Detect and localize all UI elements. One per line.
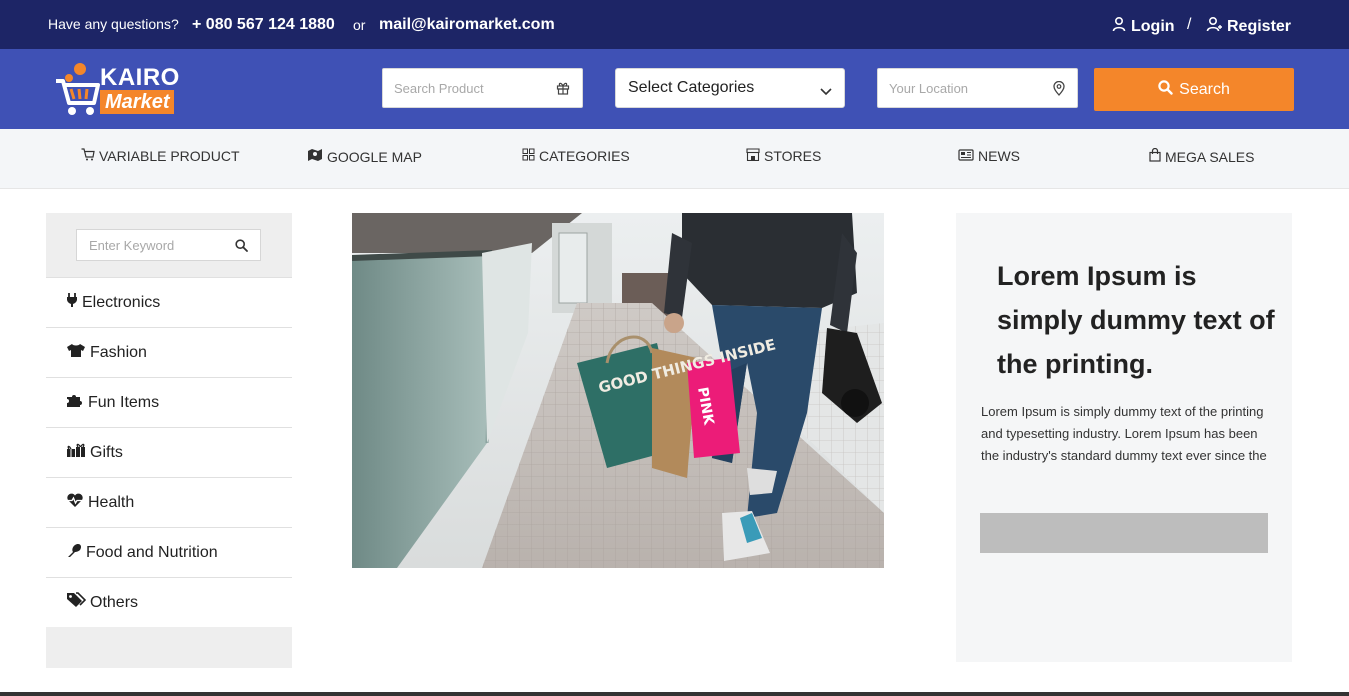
nav-label: VARIABLE PRODUCT bbox=[99, 148, 240, 164]
tshirt-icon bbox=[66, 343, 86, 363]
search-product-input[interactable] bbox=[383, 80, 582, 96]
nav-label: MEGA SALES bbox=[1165, 148, 1255, 165]
sidebar-item-label: Others bbox=[90, 593, 139, 611]
search-button-label: Search bbox=[1179, 80, 1230, 98]
user-plus-icon bbox=[1206, 16, 1222, 37]
sidebar-item-label: Electronics bbox=[82, 293, 161, 311]
gift-icon bbox=[556, 81, 570, 100]
promo-card: Lorem Ipsum is simply dummy text of the … bbox=[956, 213, 1292, 662]
top-bar: Have any questions? + 080 567 124 1880 o… bbox=[0, 0, 1349, 49]
sidebar-item-label: Fun Items bbox=[88, 393, 160, 411]
puzzle-icon bbox=[66, 392, 84, 413]
bag-icon bbox=[1149, 147, 1161, 165]
food-icon bbox=[66, 543, 82, 563]
heartbeat-icon bbox=[66, 493, 84, 513]
main-header: KAIRO Market Select Categories Search bbox=[0, 49, 1349, 129]
main-nav: VARIABLE PRODUCT GOOGLE MAP CATEGORIES S… bbox=[0, 129, 1349, 189]
sidebar-item-food-and-nutrition[interactable]: Food and Nutrition bbox=[46, 528, 292, 578]
promo-button-placeholder[interactable] bbox=[980, 513, 1268, 553]
sidebar-item-label: Food and Nutrition bbox=[86, 543, 218, 561]
category-select-value: Select Categories bbox=[628, 79, 755, 96]
map-icon bbox=[307, 148, 323, 165]
location-input[interactable] bbox=[878, 80, 1077, 96]
sidebar-item-fashion[interactable]: Fashion bbox=[46, 328, 292, 378]
phone-link[interactable]: + 080 567 124 1880 bbox=[192, 16, 335, 34]
nav-stores[interactable]: STORES bbox=[746, 148, 821, 164]
user-icon bbox=[1112, 16, 1126, 37]
search-icon bbox=[1158, 79, 1173, 100]
store-icon bbox=[746, 148, 760, 164]
plug-icon bbox=[66, 292, 78, 313]
login-link[interactable]: Login bbox=[1112, 16, 1175, 37]
nav-news[interactable]: NEWS bbox=[958, 148, 1020, 164]
location-pin-icon bbox=[1053, 80, 1065, 101]
category-select[interactable]: Select Categories bbox=[615, 68, 845, 108]
promo-description: Lorem Ipsum is simply dummy text of the … bbox=[981, 404, 1267, 463]
sidebar-footer bbox=[46, 627, 292, 668]
or-text: or bbox=[353, 17, 366, 33]
cart-icon bbox=[81, 148, 95, 164]
hero-image: GOOD THINGS INSIDE PINK bbox=[352, 213, 884, 568]
nav-label: NEWS bbox=[978, 148, 1020, 164]
gifts-icon bbox=[66, 443, 86, 463]
question-text: Have any questions? bbox=[48, 16, 179, 32]
sidebar-item-others[interactable]: Others bbox=[46, 578, 292, 628]
sidebar-item-health[interactable]: Health bbox=[46, 478, 292, 528]
sidebar-item-label: Fashion bbox=[90, 343, 147, 361]
nav-label: GOOGLE MAP bbox=[327, 148, 422, 165]
sidebar-item-gifts[interactable]: Gifts bbox=[46, 428, 292, 478]
logo-text-market: Market bbox=[100, 90, 175, 114]
tags-icon bbox=[66, 592, 87, 613]
register-label: Register bbox=[1227, 17, 1292, 35]
keyword-search-field[interactable] bbox=[76, 229, 261, 261]
search-product-field[interactable] bbox=[382, 68, 583, 108]
nav-categories[interactable]: CATEGORIES bbox=[522, 148, 630, 164]
email-link[interactable]: mail@kairomarket.com bbox=[379, 16, 555, 34]
nav-label: STORES bbox=[764, 148, 822, 164]
nav-mega-sales[interactable]: MEGA SALES bbox=[1149, 147, 1255, 165]
nav-label: CATEGORIES bbox=[539, 148, 630, 164]
keyword-input[interactable] bbox=[77, 237, 227, 253]
sidebar-item-electronics[interactable]: Electronics bbox=[46, 278, 292, 328]
register-link[interactable]: Register bbox=[1206, 16, 1291, 37]
search-button[interactable]: Search bbox=[1094, 68, 1294, 111]
sidebar-item-label: Health bbox=[88, 493, 135, 511]
category-sidebar: Electronics Fashion Fun Items Gifts Heal… bbox=[46, 213, 292, 668]
sidebar-item-label: Gifts bbox=[90, 443, 123, 461]
auth-separator: / bbox=[1187, 16, 1192, 33]
grid-icon bbox=[522, 148, 535, 164]
page-bottom-border bbox=[0, 692, 1349, 696]
promo-title: Lorem Ipsum is simply dummy text of the … bbox=[997, 261, 1275, 379]
login-label: Login bbox=[1131, 17, 1175, 35]
sidebar-item-fun-items[interactable]: Fun Items bbox=[46, 378, 292, 428]
newspaper-icon bbox=[958, 148, 974, 164]
search-icon[interactable] bbox=[235, 239, 248, 257]
location-field[interactable] bbox=[877, 68, 1078, 108]
logo[interactable]: KAIRO Market bbox=[54, 61, 199, 121]
logo-text-kairo: KAIRO bbox=[100, 64, 180, 91]
nav-google-map[interactable]: GOOGLE MAP bbox=[307, 148, 422, 165]
sidebar-search-area bbox=[46, 213, 292, 278]
nav-variable-product[interactable]: VARIABLE PRODUCT bbox=[81, 148, 240, 164]
chevron-down-icon bbox=[820, 83, 832, 101]
